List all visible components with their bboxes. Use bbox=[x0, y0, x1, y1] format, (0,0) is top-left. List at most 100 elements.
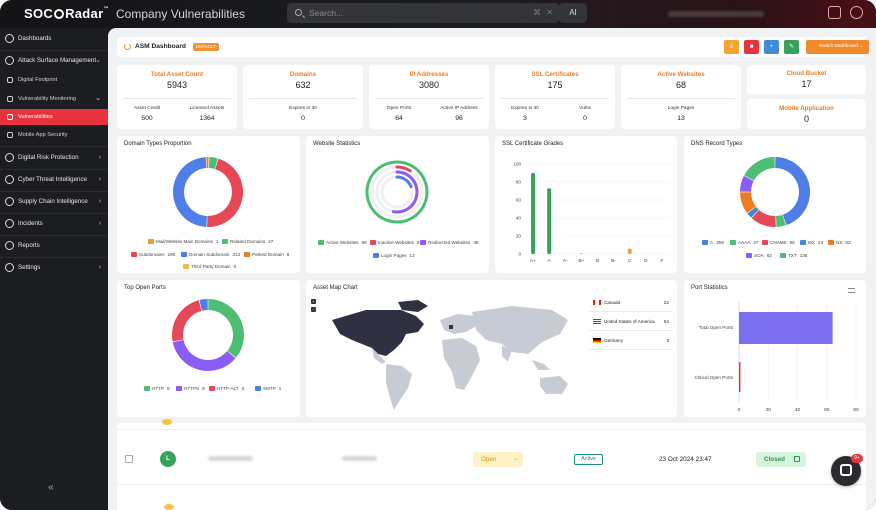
legend-item[interactable]: Parked Domain 8 bbox=[244, 252, 289, 257]
bar-B+[interactable] bbox=[579, 253, 584, 254]
sidebar-item-vulnerability-monitoring[interactable]: Vulnerability Monitoring ⌄ bbox=[0, 91, 108, 107]
sidebar-item-reports[interactable]: Reports bbox=[0, 235, 108, 257]
bar-A+[interactable] bbox=[531, 173, 536, 254]
mobile-application-card[interactable]: Mobile Application 0 bbox=[747, 99, 866, 129]
sidebar-item-settings[interactable]: Settings › bbox=[0, 257, 108, 279]
ssl-grades-bar-chart[interactable]: 100 80 60 40 20 0 A+ A A- B+ B B- C D F bbox=[495, 136, 677, 273]
legend-item[interactable]: HTTP 9 bbox=[144, 386, 170, 391]
chevron-down-icon: ⌄ bbox=[95, 57, 101, 64]
country-row-canada[interactable]: Canada 22 bbox=[589, 293, 673, 312]
radial-bar-inactive-websites[interactable] bbox=[395, 165, 412, 173]
donut-slice-a[interactable] bbox=[775, 157, 810, 226]
bar-total-open-ports[interactable] bbox=[739, 312, 833, 344]
country-value: 22 bbox=[663, 300, 669, 305]
download-button[interactable]: ⇩ bbox=[724, 40, 739, 54]
country-row-usa[interactable]: United States of America 54 bbox=[589, 312, 673, 331]
legend-item[interactable]: MX 23 bbox=[800, 240, 823, 245]
legend-item[interactable]: Login Pages 13 bbox=[373, 253, 415, 258]
ssl-certificates-card[interactable]: SSL Certificates 175 Expires in 30 3 Vul… bbox=[495, 65, 615, 129]
active-websites-card[interactable]: Active Websites 68 Login Pages 13 bbox=[621, 65, 741, 129]
add-button[interactable]: + bbox=[764, 40, 779, 54]
legend-item[interactable]: A 359 bbox=[702, 240, 724, 245]
search-input[interactable]: Search... ⌘ ✕ bbox=[287, 3, 559, 23]
sidebar-item-cyber-threat[interactable]: Cyber Threat Intelligence › bbox=[0, 169, 108, 191]
dns-records-donut[interactable] bbox=[684, 136, 866, 273]
donut-slice-http-alt[interactable] bbox=[172, 300, 202, 342]
legend-swatch bbox=[746, 253, 752, 258]
legend-item[interactable]: Third Party Domain 0 bbox=[183, 264, 236, 269]
total-asset-card: Total Asset Count 5943 Asset Credit 500 … bbox=[117, 65, 237, 129]
socradar-logo[interactable]: SOC Radar™ bbox=[24, 6, 109, 21]
legend-item[interactable]: Subdomains 296 bbox=[131, 252, 175, 257]
legend-swatch bbox=[183, 264, 189, 269]
legend-item[interactable]: Related Domains 27 bbox=[222, 239, 273, 244]
legend-item[interactable]: SOA 62 bbox=[746, 253, 772, 258]
country-row-germany[interactable]: Germany 3 bbox=[589, 331, 673, 350]
stat-title: SSL Certificates bbox=[531, 71, 579, 78]
cloud-bucket-card[interactable]: Cloud Bucket 17 bbox=[747, 65, 866, 94]
notifications-icon[interactable] bbox=[828, 6, 841, 19]
world-map[interactable] bbox=[306, 280, 586, 417]
legend-item[interactable]: HTTPS 9 bbox=[176, 386, 205, 391]
port-statistics-bar-chart[interactable]: 0 20 40 60 80 Total Open Ports Critical Open P… bbox=[684, 280, 866, 417]
legend-label: SOA bbox=[754, 253, 764, 258]
legend-item[interactable]: Redirected Websites 36 bbox=[420, 240, 478, 245]
chat-badge: 9+ bbox=[851, 454, 863, 463]
legend-item[interactable]: Active Websites 68 bbox=[318, 240, 367, 245]
radial-bar-login-pages[interactable] bbox=[395, 175, 413, 189]
legend-item[interactable]: Domain Subdomain 313 bbox=[181, 252, 240, 257]
bar-critical-open-ports[interactable] bbox=[739, 362, 741, 392]
collapse-sidebar-icon[interactable]: « bbox=[48, 482, 54, 493]
resolution-badge[interactable]: Closed bbox=[756, 452, 806, 467]
ai-button[interactable]: AI bbox=[559, 3, 587, 23]
sidebar-item-digital-footprint[interactable]: Digital Footprint bbox=[0, 72, 108, 88]
donut-slice-parked-domain[interactable] bbox=[206, 157, 209, 169]
top-ports-donut[interactable] bbox=[117, 280, 300, 417]
legend-item[interactable]: SMTP 1 bbox=[255, 386, 281, 391]
sidebar-item-label: Cyber Threat Intelligence bbox=[18, 176, 88, 183]
sidebar-item-digital-risk[interactable]: Digital Risk Protection › bbox=[0, 147, 108, 169]
x-tick-label: A- bbox=[563, 258, 568, 264]
legend-swatch bbox=[702, 240, 708, 245]
legend-item[interactable]: Inactive Websites 6 bbox=[370, 240, 419, 245]
legend-item[interactable]: TXT 138 bbox=[780, 253, 807, 258]
edit-button[interactable]: ✎ bbox=[784, 40, 799, 54]
donut-slice-domain-subdomain[interactable] bbox=[172, 157, 207, 227]
sidebar-item-vulnerabilities[interactable]: Vulnerabilities bbox=[0, 109, 108, 125]
legend-swatch bbox=[148, 239, 154, 244]
legend-item[interactable]: CNAME 98 bbox=[762, 240, 795, 245]
stat-sub-label: Vulns bbox=[579, 106, 591, 111]
delete-button[interactable]: ■ bbox=[744, 40, 759, 54]
donut-slice-txt[interactable] bbox=[744, 157, 775, 181]
bar-C[interactable] bbox=[627, 248, 632, 254]
sidebar-item-incidents[interactable]: Incidents › bbox=[0, 213, 108, 235]
legend-value: 8 bbox=[286, 252, 290, 257]
legend-item[interactable]: Mail/Website Main Domains 1 bbox=[148, 239, 218, 244]
country-value: 54 bbox=[663, 319, 669, 324]
legend-item[interactable]: AAAA 37 bbox=[730, 240, 758, 245]
donut-slice-https[interactable] bbox=[172, 339, 236, 371]
status-dropdown[interactable]: Open ⌄ bbox=[473, 452, 523, 467]
legend-item[interactable]: NS 83 bbox=[828, 240, 851, 245]
sidebar-item-mobile-app-security[interactable]: Mobile App Security bbox=[0, 127, 108, 143]
bar-A[interactable] bbox=[547, 188, 552, 254]
chat-support-button[interactable]: 9+ bbox=[831, 454, 863, 486]
ip-addresses-card[interactable]: IP Addresses 3080 Open Ports 64 Active I… bbox=[369, 65, 489, 129]
sidebar-item-dashboards[interactable]: Dashboards bbox=[0, 28, 108, 50]
user-avatar-icon[interactable] bbox=[850, 6, 863, 19]
switch-dashboard-button[interactable]: Switch Dashboard ⌄ bbox=[806, 40, 869, 54]
greenland-shape[interactable] bbox=[398, 300, 428, 312]
donut-slice-http[interactable] bbox=[208, 299, 245, 358]
clear-search-icon[interactable]: ✕ bbox=[546, 3, 553, 23]
legend-swatch bbox=[176, 386, 182, 391]
north-america-shape[interactable] bbox=[332, 310, 424, 356]
domains-card[interactable]: Domains 632 Expires in 30 0 bbox=[243, 65, 363, 129]
donut-slice-subdomains[interactable] bbox=[207, 158, 243, 227]
legend-item[interactable]: HTTP-ALT 6 bbox=[209, 386, 244, 391]
germany-shape[interactable] bbox=[449, 325, 453, 329]
sidebar-item-attack-surface[interactable]: Attack Surface Management ⌄ bbox=[0, 50, 108, 72]
chevron-right-icon: › bbox=[98, 176, 101, 183]
sidebar-item-supply-chain[interactable]: Supply Chain Intelligence › bbox=[0, 191, 108, 213]
table-row[interactable]: L Open ⌄ Active 23 Oct 2024 23:47 Closed bbox=[117, 423, 866, 485]
row-checkbox[interactable] bbox=[125, 455, 133, 463]
